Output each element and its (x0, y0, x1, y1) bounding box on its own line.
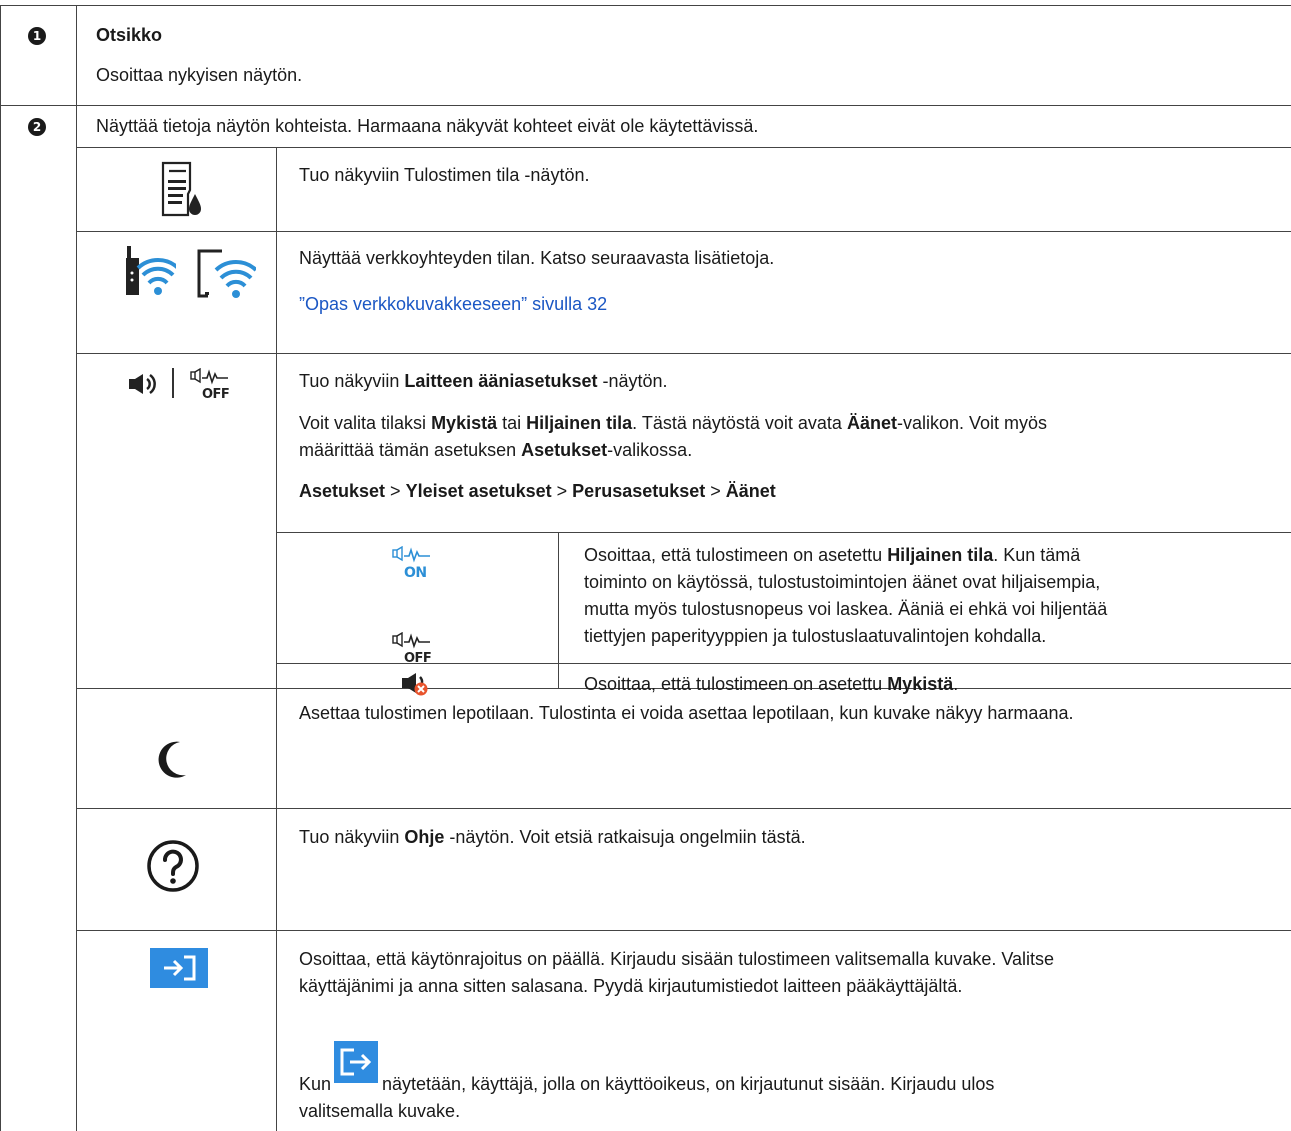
login-text-line-1: Osoittaa, että käytönrajoitus on päällä.… (299, 949, 1055, 969)
separator-bar (172, 368, 174, 398)
sound-row-line-2: Voit valita tilaksi Mykistä tai Hiljaine… (299, 413, 1048, 433)
quiet-text-line-1: Osoittaa, että tulostimeen on asetettu H… (584, 545, 1081, 565)
off-label-small: OFF (404, 651, 431, 664)
row-divider-7 (76, 930, 1291, 931)
row-title: Otsikko (96, 25, 163, 45)
row-divider-6 (76, 808, 1291, 809)
network-guide-link[interactable]: ”Opas verkkokuvakkeeseen” sivulla 32 (299, 291, 607, 318)
table-border-left (0, 5, 1, 1131)
table-border-top (0, 5, 1291, 6)
quiet-mode-on-icon: ON (392, 546, 432, 580)
marker-column-divider (76, 5, 77, 1131)
quiet-mode-off-icon: OFF (190, 368, 230, 400)
moon-icon (153, 739, 189, 779)
row-divider-4 (76, 353, 1291, 354)
wifi-direct-phone-icon (196, 246, 256, 300)
callout-marker-1: 1 (28, 27, 46, 45)
logout-icon (334, 1041, 378, 1083)
printer-status-ink-icon (160, 160, 204, 218)
login-icon (150, 948, 208, 988)
row-description: Osoittaa nykyisen näytön. (96, 65, 303, 85)
mute-text: Osoittaa, että tulostimeen on asetettu M… (584, 674, 959, 694)
sound-row-line-3: määrittää tämän asetuksen Asetukset-vali… (299, 440, 693, 460)
help-icon (146, 839, 200, 893)
login-text-line-4: valitsemalla kuvake. (299, 1101, 461, 1121)
login-text-line-3-post: näytetään, käyttäjä, jolla on käyttöoike… (382, 1074, 995, 1094)
icon-column-divider (276, 147, 277, 1131)
quiet-text-line-3: mutta myös tulostusnopeus voi laskea. Ää… (584, 599, 1108, 619)
login-text-line-3-pre: Kun (299, 1074, 332, 1094)
sound-row-line-1: Tuo näkyviin Laitteen ääniasetukset -näy… (299, 371, 668, 391)
login-text-line-2: käyttäjänimi ja anna sitten salasana. Py… (299, 976, 963, 996)
status-row-text: Tuo näkyviin Tulostimen tila -näytön. (299, 165, 590, 185)
settings-path: Asetukset > Yleiset asetukset > Perusase… (299, 481, 776, 501)
help-row-text: Tuo näkyviin Ohje -näytön. Voit etsiä ra… (299, 827, 806, 847)
quiet-text-line-4: tiettyjen paperityyppien ja tulostuslaat… (584, 626, 1047, 646)
nested-column-divider (558, 532, 559, 688)
mute-speaker-icon (401, 671, 429, 697)
nested-table-top (276, 532, 1291, 533)
on-label: ON (404, 565, 427, 580)
network-row-text: Näyttää verkkoyhteyden tilan. Katso seur… (299, 248, 775, 268)
speaker-icon (128, 372, 158, 396)
row-intro-text: Näyttää tietoja näytön kohteista. Harmaa… (96, 116, 759, 136)
quiet-mode-off-icon-small: OFF (392, 632, 432, 664)
off-label: OFF (202, 387, 229, 400)
row-divider-3 (76, 231, 1291, 232)
row-divider-2 (76, 147, 1291, 148)
wifi-router-icon (124, 242, 176, 300)
quiet-text-line-2: toiminto on käytössä, tulostustoimintoje… (584, 572, 1101, 592)
callout-marker-2: 2 (28, 118, 46, 136)
row-divider-1 (0, 105, 1291, 106)
sleep-row-text: Asettaa tulostimen lepotilaan. Tulostint… (299, 703, 1074, 723)
